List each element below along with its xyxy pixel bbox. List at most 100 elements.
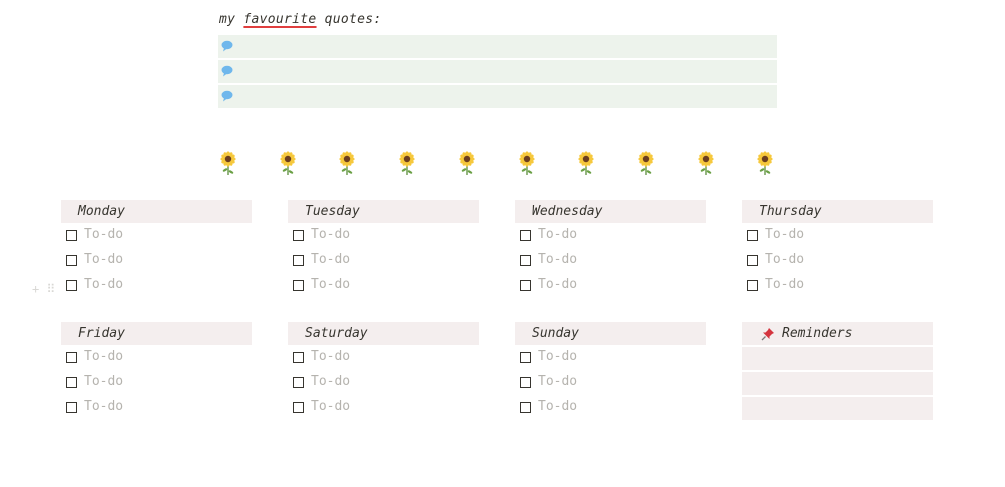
todo-item[interactable]: To-do	[515, 273, 706, 298]
day-column-sunday: Sunday To-do To-do To-do	[515, 322, 706, 420]
day-column-friday: Friday To-do To-do To-do	[61, 322, 252, 420]
checkbox[interactable]	[293, 280, 304, 291]
quote-callout[interactable]	[218, 85, 777, 108]
todo-placeholder[interactable]: To-do	[84, 374, 123, 389]
todo-item[interactable]: To-do	[515, 395, 706, 420]
todo-item[interactable]: To-do	[61, 395, 252, 420]
checkbox[interactable]	[66, 377, 77, 388]
sunflower-icon	[638, 151, 654, 175]
checkbox[interactable]	[293, 230, 304, 241]
speech-bubble-icon	[221, 90, 233, 102]
day-header: Friday	[61, 322, 252, 345]
sunflower-icon	[459, 151, 475, 175]
todo-placeholder[interactable]: To-do	[311, 374, 350, 389]
checkbox[interactable]	[66, 280, 77, 291]
todo-placeholder[interactable]: To-do	[538, 399, 577, 414]
sunflower-icon	[578, 151, 594, 175]
todo-item[interactable]: To-do	[61, 223, 252, 248]
checkbox[interactable]	[66, 402, 77, 413]
todo-item[interactable]: To-do	[61, 273, 252, 298]
day-header: Tuesday	[288, 200, 479, 223]
todo-placeholder[interactable]: To-do	[765, 277, 804, 292]
checkbox[interactable]	[747, 255, 758, 266]
todo-placeholder[interactable]: To-do	[538, 252, 577, 267]
todo-placeholder[interactable]: To-do	[311, 399, 350, 414]
reminder-row[interactable]	[742, 372, 933, 395]
checkbox[interactable]	[520, 402, 531, 413]
checkbox[interactable]	[520, 352, 531, 363]
todo-placeholder[interactable]: To-do	[538, 227, 577, 242]
quote-callout[interactable]	[218, 60, 777, 83]
todo-item[interactable]: To-do	[742, 248, 933, 273]
todo-item[interactable]: To-do	[288, 395, 479, 420]
checkbox[interactable]	[293, 255, 304, 266]
todo-item[interactable]: To-do	[742, 273, 933, 298]
todo-placeholder[interactable]: To-do	[538, 349, 577, 364]
todo-placeholder[interactable]: To-do	[311, 349, 350, 364]
todo-placeholder[interactable]: To-do	[765, 252, 804, 267]
sunflower-icon	[757, 151, 773, 175]
checkbox[interactable]	[747, 230, 758, 241]
day-column-saturday: Saturday To-do To-do To-do	[288, 322, 479, 420]
checkbox[interactable]	[520, 377, 531, 388]
todo-placeholder[interactable]: To-do	[311, 227, 350, 242]
day-header: Thursday	[742, 200, 933, 223]
todo-item[interactable]: To-do	[515, 223, 706, 248]
todo-item[interactable]: To-do	[742, 223, 933, 248]
reminder-row[interactable]	[742, 397, 933, 420]
todo-item[interactable]: To-do	[515, 370, 706, 395]
todo-item[interactable]: To-do	[515, 248, 706, 273]
reminders-title: Reminders	[782, 326, 853, 341]
quotes-heading-suffix: quotes:	[316, 12, 382, 27]
sunflower-icon	[518, 151, 535, 175]
checkbox[interactable]	[293, 352, 304, 363]
quotes-heading-prefix: my	[219, 12, 244, 27]
reminders-column: Reminders	[742, 322, 933, 420]
drag-handle-icon[interactable]: + ⠿	[32, 282, 55, 296]
todo-placeholder[interactable]: To-do	[538, 374, 577, 389]
todo-placeholder[interactable]: To-do	[84, 399, 123, 414]
todo-placeholder[interactable]: To-do	[84, 227, 123, 242]
todo-item[interactable]: To-do	[61, 370, 252, 395]
day-header: Sunday	[515, 322, 706, 345]
sunflower-icon	[280, 151, 296, 175]
sunflower-icon	[220, 151, 236, 175]
speech-bubble-icon	[221, 65, 233, 77]
day-header: Saturday	[288, 322, 479, 345]
todo-item[interactable]: To-do	[61, 345, 252, 370]
checkbox[interactable]	[66, 255, 77, 266]
checkbox[interactable]	[66, 352, 77, 363]
todo-placeholder[interactable]: To-do	[538, 277, 577, 292]
todo-item[interactable]: To-do	[288, 273, 479, 298]
todo-item[interactable]: To-do	[288, 370, 479, 395]
day-header: Wednesday	[515, 200, 706, 223]
todo-placeholder[interactable]: To-do	[84, 252, 123, 267]
todo-placeholder[interactable]: To-do	[311, 252, 350, 267]
todo-placeholder[interactable]: To-do	[311, 277, 350, 292]
checkbox[interactable]	[520, 255, 531, 266]
checkbox[interactable]	[520, 230, 531, 241]
todo-placeholder[interactable]: To-do	[84, 349, 123, 364]
todo-item[interactable]: To-do	[515, 345, 706, 370]
todo-item[interactable]: To-do	[288, 223, 479, 248]
checkbox[interactable]	[293, 402, 304, 413]
reminders-header: Reminders	[742, 322, 933, 345]
day-column-thursday: Thursday To-do To-do To-do	[742, 200, 933, 298]
checkbox[interactable]	[66, 230, 77, 241]
todo-item[interactable]: To-do	[61, 248, 252, 273]
todo-placeholder[interactable]: To-do	[765, 227, 804, 242]
quotes-heading-emphasis: favourite	[243, 12, 317, 27]
reminder-row[interactable]	[742, 347, 933, 370]
speech-bubble-icon	[221, 40, 233, 52]
todo-item[interactable]: To-do	[288, 345, 479, 370]
day-column-monday: Monday To-do To-do To-do	[61, 200, 252, 298]
day-header: Monday	[61, 200, 252, 223]
checkbox[interactable]	[747, 280, 758, 291]
quote-callout[interactable]	[218, 35, 777, 58]
sunflower-icon	[399, 151, 415, 175]
todo-placeholder[interactable]: To-do	[84, 277, 123, 292]
quotes-heading: my favourite quotes:	[219, 12, 382, 27]
checkbox[interactable]	[520, 280, 531, 291]
todo-item[interactable]: To-do	[288, 248, 479, 273]
checkbox[interactable]	[293, 377, 304, 388]
